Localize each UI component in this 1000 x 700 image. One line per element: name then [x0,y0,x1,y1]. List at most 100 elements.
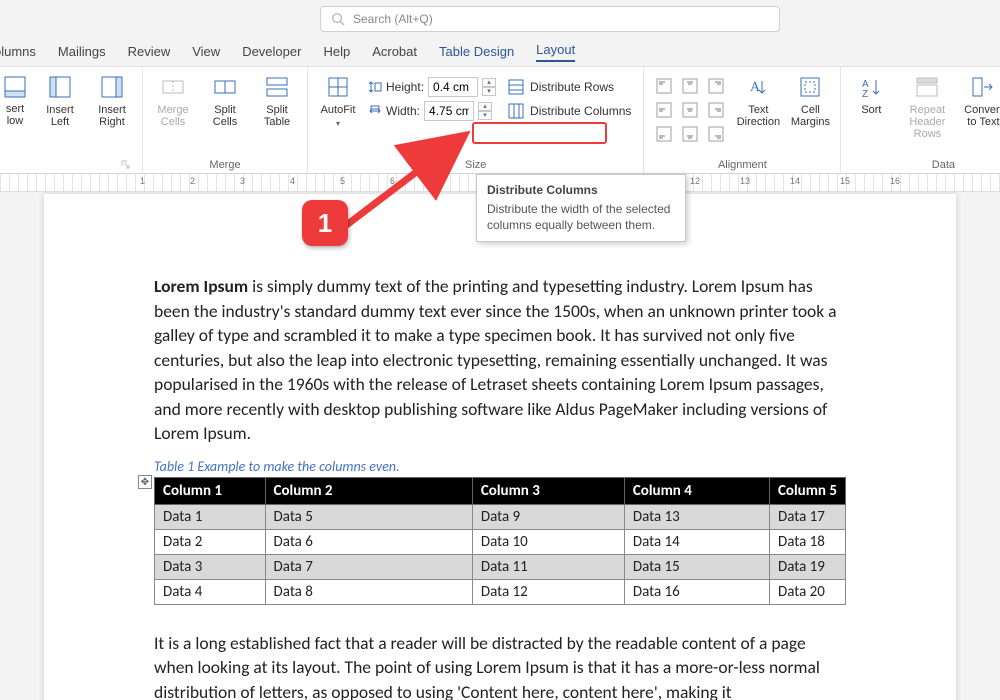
tab-layout[interactable]: Layout [536,42,575,62]
table-caption[interactable]: Table 1 Example to make the columns even… [154,458,846,475]
insert-below-icon [1,73,29,101]
align-top-left[interactable] [652,75,676,97]
table-cell[interactable]: Data 18 [769,529,845,554]
split-table-icon [263,73,291,101]
align-mid-center[interactable] [678,99,702,121]
group-rows-cols-label [0,157,134,173]
align-top-right[interactable] [704,75,728,97]
ruler-number: 16 [890,176,900,186]
text-direction-button[interactable]: A Text Direction [736,71,780,128]
ruler-number: 5 [340,176,345,186]
ruler-number: 6 [390,176,395,186]
align-mid-left[interactable] [652,99,676,121]
table-row[interactable]: Data 3Data 7Data 11Data 15Data 19 [155,554,846,579]
group-merge-label: Merge [151,157,299,173]
table-cell[interactable]: Data 8 [265,579,472,604]
table-cell[interactable]: Data 11 [472,554,624,579]
tab-mailings[interactable]: Mailings [58,44,106,62]
width-input[interactable] [424,101,474,121]
merge-cells-icon [159,73,187,101]
table-cell[interactable]: Data 7 [265,554,472,579]
align-bot-left[interactable] [652,123,676,145]
table-cell[interactable]: Data 9 [472,504,624,529]
table-cell[interactable]: Data 4 [155,579,266,604]
svg-text:Z: Z [862,89,868,99]
paragraph-1[interactable]: Lorem Ipsum is simply dummy text of the … [154,274,846,446]
table-cell[interactable]: Data 15 [624,554,769,579]
ruler-number: 7 [440,176,445,186]
ruler-number: 3 [240,176,245,186]
document-viewport[interactable]: Lorem Ipsum is simply dummy text of the … [0,192,1000,700]
table-cell[interactable]: Data 1 [155,504,266,529]
insert-left-button[interactable]: Insert Left [38,71,82,128]
paragraph-2[interactable]: It is a long established fact that a rea… [154,631,846,700]
table-move-handle[interactable]: ✥ [138,475,152,489]
table-header[interactable]: Column 5 [769,477,845,504]
search-box[interactable]: Search (Alt+Q) [320,6,780,32]
table-row-height[interactable]: Height: ▴▾ [368,77,496,97]
table-cell[interactable]: Data 3 [155,554,266,579]
align-bot-right[interactable] [704,123,728,145]
row-height-icon [368,80,382,94]
ruler-number: 15 [840,176,850,186]
table-row[interactable]: Data 4Data 8Data 12Data 16Data 20 [155,579,846,604]
tab-view[interactable]: View [192,44,220,62]
table-row[interactable]: Data 1Data 5Data 9Data 13Data 17 [155,504,846,529]
width-spinner[interactable]: ▴▾ [478,102,492,120]
ribbon-tabs: olumns Mailings Review View Developer He… [0,40,1000,62]
align-mid-right[interactable] [704,99,728,121]
tab-review[interactable]: Review [128,44,171,62]
table-cell[interactable]: Data 14 [624,529,769,554]
distribute-columns-button[interactable]: Distribute Columns [504,101,635,121]
align-bot-center[interactable] [678,123,702,145]
table-cell[interactable]: Data 5 [265,504,472,529]
distribute-columns-tooltip: Distribute Columns Distribute the width … [476,174,686,242]
table-cell[interactable]: Data 17 [769,504,845,529]
autofit-button[interactable]: AutoFit ▾ [316,71,360,128]
table-header[interactable]: Column 4 [624,477,769,504]
ruler-number: 14 [790,176,800,186]
repeat-header-icon [913,73,941,101]
table-cell[interactable]: Data 19 [769,554,845,579]
group-data-label: Data [849,157,1000,173]
table-cell[interactable]: Data 6 [265,529,472,554]
tab-partial-left[interactable]: olumns [0,44,36,62]
tooltip-body: Distribute the width of the selected col… [487,201,675,233]
tab-help[interactable]: Help [323,44,350,62]
col-width-icon [368,104,382,118]
cell-margins-button[interactable]: Cell Margins [788,71,832,128]
table-cell[interactable]: Data 20 [769,579,845,604]
chevron-down-icon: ▾ [336,119,340,128]
example-table[interactable]: Column 1Column 2Column 3Column 4Column 5… [154,477,846,605]
repeat-header-rows-button[interactable]: Repeat Header Rows [901,71,953,140]
insert-right-button[interactable]: Insert Right [90,71,134,128]
table-cell[interactable]: Data 16 [624,579,769,604]
table-column-width[interactable]: Width: ▴▾ [368,101,496,121]
merge-cells-button[interactable]: Merge Cells [151,71,195,128]
convert-to-text-button[interactable]: Convert to Text [961,71,1000,128]
distribute-rows-button[interactable]: Distribute Rows [504,77,635,97]
tooltip-title: Distribute Columns [487,183,675,197]
table-cell[interactable]: Data 12 [472,579,624,604]
align-top-center[interactable] [678,75,702,97]
tab-acrobat[interactable]: Acrobat [372,44,417,62]
ruler-number: 2 [190,176,195,186]
height-spinner[interactable]: ▴▾ [482,78,496,96]
table-cell[interactable]: Data 10 [472,529,624,554]
table-header[interactable]: Column 2 [265,477,472,504]
height-input[interactable] [428,77,478,97]
table-header[interactable]: Column 3 [472,477,624,504]
table-header[interactable]: Column 1 [155,477,266,504]
table-cell[interactable]: Data 2 [155,529,266,554]
tab-developer[interactable]: Developer [242,44,301,62]
table-cell[interactable]: Data 13 [624,504,769,529]
split-cells-button[interactable]: Split Cells [203,71,247,128]
table-row[interactable]: Data 2Data 6Data 10Data 14Data 18 [155,529,846,554]
tab-table-design[interactable]: Table Design [439,44,514,62]
sort-button[interactable]: AZ Sort [849,71,893,116]
dialog-launcher-icon[interactable] [120,159,132,171]
split-table-button[interactable]: Split Table [255,71,299,128]
ruler-number: 12 [690,176,700,186]
insert-below-button[interactable]: sert low [0,71,30,127]
autofit-icon [324,73,352,101]
